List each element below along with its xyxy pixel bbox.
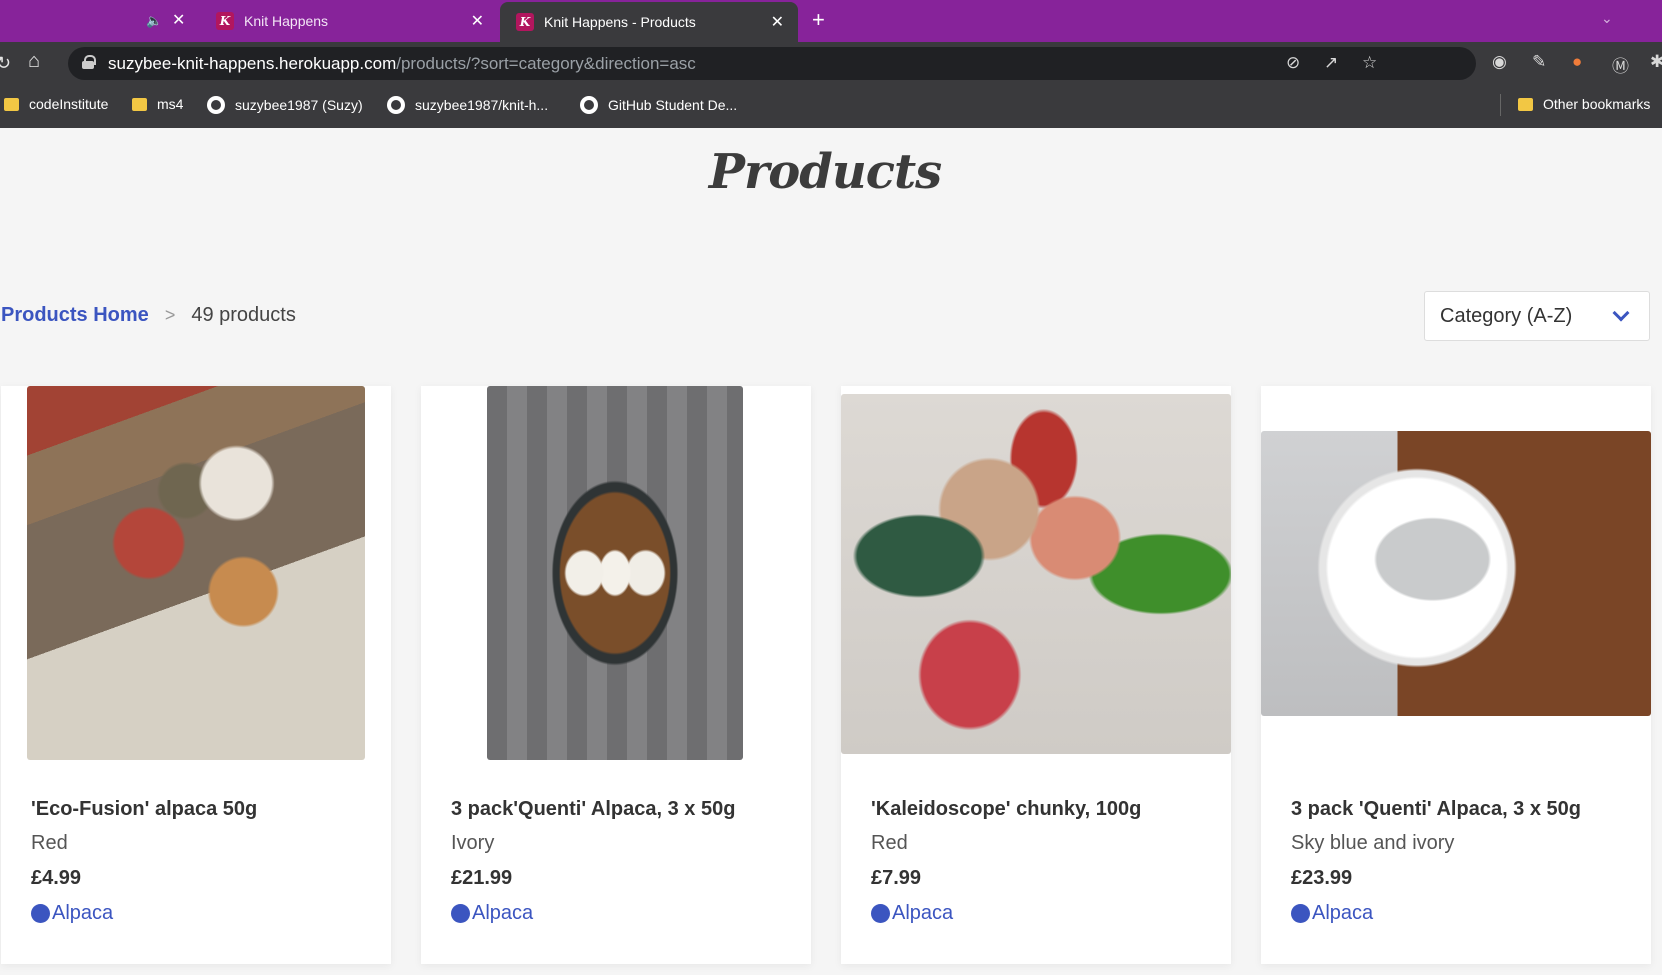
product-name[interactable]: 3 pack'Quenti' Alpaca, 3 x 50g [451,798,735,821]
product-price: £7.99 [871,867,922,889]
close-tab-icon[interactable]: ✕ [172,10,185,30]
pen-extension-icon[interactable]: ✎ [1532,52,1546,72]
breadcrumb: Products Home > 49 products [1,304,296,327]
reload-icon[interactable]: ↻ [0,53,11,73]
eye-off-icon[interactable]: ⊘ [1286,53,1300,73]
folder-icon [4,97,19,111]
product-price: £4.99 [31,867,82,889]
tab-title: Knit Happens - Products [544,14,696,30]
github-icon [580,96,598,114]
browser-tab-0[interactable]: 🔈 ✕ [0,0,198,42]
page-title: Products [708,144,942,200]
address-bar[interactable]: suzybee-knit-happens.herokuapp.com/produ… [68,47,1476,80]
sort-select[interactable]: Category (A-Z) [1424,291,1650,341]
github-icon [387,96,405,114]
product-color: Ivory [451,832,495,854]
new-tab-icon[interactable]: + [812,8,825,32]
chevron-down-icon [1612,304,1630,322]
product-color: Red [871,832,908,854]
product-name[interactable]: 3 pack 'Quenti' Alpaca, 3 x 50g [1291,798,1581,821]
product-color: Sky blue and ivory [1291,832,1455,854]
category-dot-icon [871,904,890,923]
product-card[interactable]: 3 pack'Quenti' Alpaca, 3 x 50g Ivory £21… [421,386,811,964]
product-name[interactable]: 'Kaleidoscope' chunky, 100g [871,798,1141,821]
product-price: £21.99 [451,867,513,889]
bookmark-github-profile[interactable]: suzybee1987 (Suzy) [207,96,363,114]
bookmark-ms4[interactable]: ms4 [132,96,183,112]
bookmark-star-icon[interactable]: ☆ [1362,53,1377,73]
camera-extension-icon[interactable]: ◉ [1492,52,1507,72]
extension-dot-icon[interactable]: ● [1572,52,1582,72]
close-tab-icon[interactable]: ✕ [471,11,484,31]
bookmark-codeinstitute[interactable]: codeInstitute [4,96,108,112]
bookmark-github-student[interactable]: GitHub Student De... [580,96,737,114]
sort-selected-value: Category (A-Z) [1440,305,1573,327]
bookmarks-bar: codeInstitute ms4 suzybee1987 (Suzy) suz… [0,84,1662,128]
page-content: Products Products Home > 49 products Cat… [0,128,1662,975]
product-card[interactable]: 3 pack 'Quenti' Alpaca, 3 x 50g Sky blue… [1261,386,1651,964]
github-icon [207,96,225,114]
tab-title: Knit Happens [244,13,329,29]
browser-toolbar: ↻ ⌂ suzybee-knit-happens.herokuapp.com/p… [0,42,1662,84]
browser-tab-bar: 🔈 ✕ K Knit Happens ✕ K Knit Happens - Pr… [0,0,1662,42]
product-category-link[interactable]: Alpaca [871,902,953,925]
product-category-link[interactable]: Alpaca [451,902,533,925]
knit-happens-favicon-icon: K [516,13,534,31]
knit-happens-favicon-icon: K [216,12,234,30]
puzzle-extensions-icon[interactable]: ✱ [1650,52,1662,72]
category-dot-icon [1291,904,1310,923]
browser-tab-1[interactable]: K Knit Happens ✕ [200,0,498,42]
folder-icon [1518,97,1533,111]
browser-tab-2-active[interactable]: K Knit Happens - Products ✕ [500,2,798,42]
product-image[interactable] [487,386,743,760]
url-text: suzybee-knit-happens.herokuapp.com/produ… [108,54,696,73]
speaker-icon[interactable]: 🔈 [146,13,162,29]
product-image[interactable] [27,386,365,760]
w-extension-icon[interactable]: Ⓜ [1612,52,1629,77]
bookmark-other[interactable]: Other bookmarks [1518,96,1650,112]
share-icon[interactable]: ↗ [1324,53,1338,73]
product-image[interactable] [841,394,1231,754]
product-card[interactable]: 'Eco-Fusion' alpaca 50g Red £4.99 Alpaca [1,386,391,964]
product-count: 49 products [191,304,296,326]
bookmarks-separator [1500,94,1501,116]
category-dot-icon [31,904,50,923]
close-tab-icon[interactable]: ✕ [771,12,784,32]
product-price: £23.99 [1291,867,1353,889]
product-category-link[interactable]: Alpaca [31,902,113,925]
chevron-down-icon[interactable]: ⌄ [1601,10,1613,27]
product-name[interactable]: 'Eco-Fusion' alpaca 50g [31,798,257,821]
breadcrumb-separator: > [164,305,176,325]
breadcrumb-products-home-link[interactable]: Products Home [1,304,149,327]
category-dot-icon [451,904,470,923]
product-category-link[interactable]: Alpaca [1291,902,1373,925]
bookmark-github-repo[interactable]: suzybee1987/knit-h... [387,96,548,114]
product-card[interactable]: 'Kaleidoscope' chunky, 100g Red £7.99 Al… [841,386,1231,964]
lock-icon[interactable] [82,55,96,69]
home-icon[interactable]: ⌂ [28,51,40,71]
folder-icon [132,97,147,111]
product-color: Red [31,832,68,854]
product-image[interactable] [1261,431,1651,716]
